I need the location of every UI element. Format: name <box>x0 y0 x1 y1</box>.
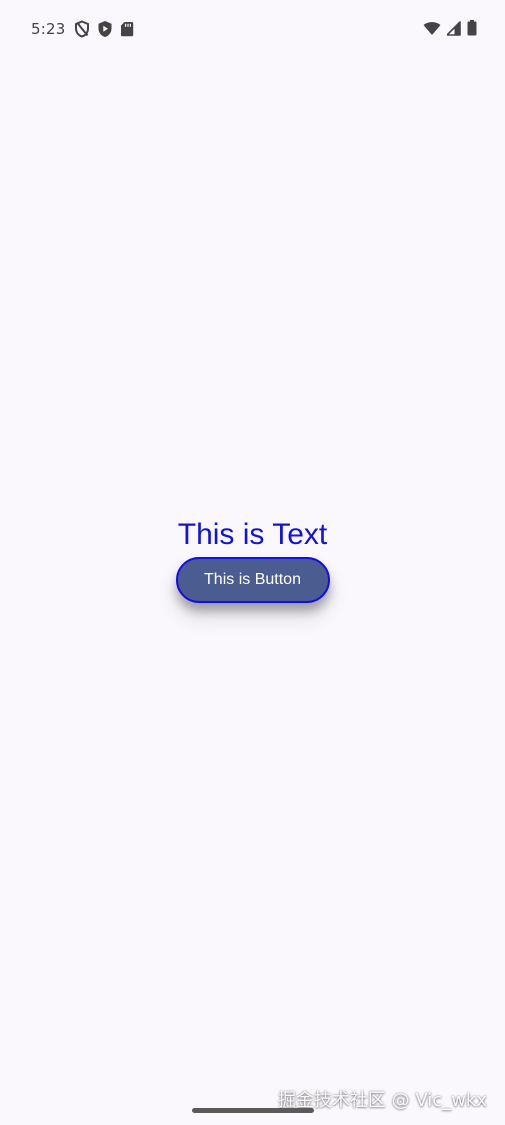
main-text: This is Text <box>177 518 328 551</box>
center-content: This is Text This is Button <box>0 518 505 603</box>
shield-slash-icon <box>74 20 90 38</box>
gesture-navigation-bar[interactable] <box>192 1108 314 1113</box>
wifi-icon <box>423 21 441 36</box>
battery-icon <box>467 20 477 36</box>
status-bar: 5:23 <box>0 0 505 60</box>
app-screen: 5:23 This is Text This is Button 掘金技术社区 … <box>0 0 505 1125</box>
play-protect-icon <box>97 20 113 38</box>
status-bar-left: 5:23 <box>31 20 134 38</box>
main-button[interactable]: This is Button <box>175 557 330 603</box>
status-time: 5:23 <box>31 20 66 38</box>
status-bar-right <box>423 20 477 36</box>
sd-card-icon <box>120 21 134 37</box>
cell-signal-icon <box>447 20 461 36</box>
